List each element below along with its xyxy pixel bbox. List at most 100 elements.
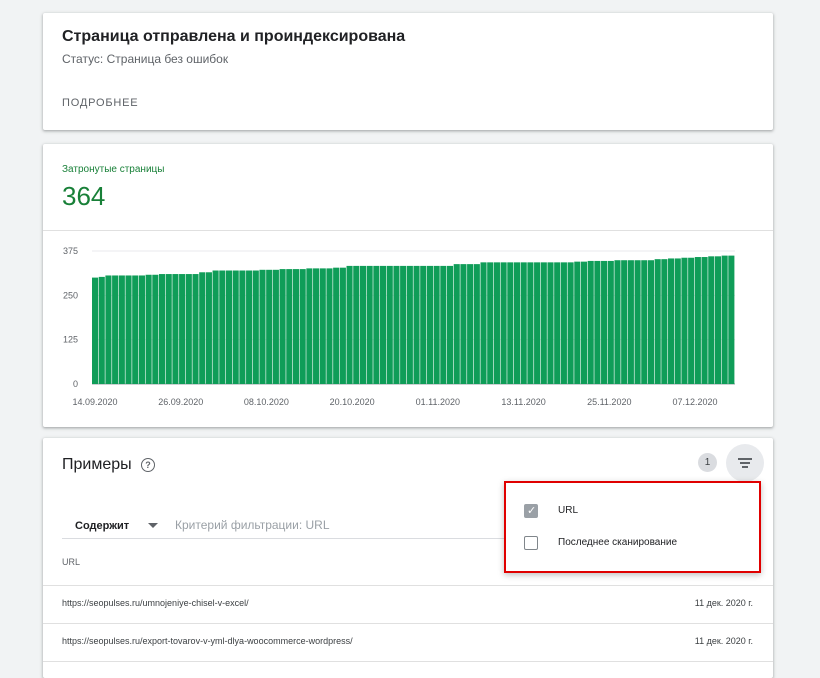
chart-bar[interactable]: [299, 269, 306, 384]
chart-bar[interactable]: [634, 260, 641, 384]
chart-bar[interactable]: [319, 268, 326, 384]
chart-bar[interactable]: [400, 265, 407, 384]
chart-bar[interactable]: [426, 265, 433, 384]
chart-bar[interactable]: [286, 269, 293, 384]
chart-bar[interactable]: [534, 262, 541, 384]
chart-bar[interactable]: [252, 270, 259, 384]
chart-bar[interactable]: [547, 262, 554, 384]
filter-input[interactable]: [173, 517, 507, 533]
chart-bar[interactable]: [507, 262, 514, 384]
chart-bar[interactable]: [446, 265, 454, 384]
chart-bar[interactable]: [493, 262, 500, 384]
chart-bar[interactable]: [145, 274, 152, 384]
chart-bar[interactable]: [353, 265, 360, 384]
chart-bar[interactable]: [380, 265, 387, 384]
chart-bar[interactable]: [158, 274, 166, 384]
chart-bar[interactable]: [326, 268, 333, 384]
chart-bar[interactable]: [292, 269, 300, 384]
chart-bar[interactable]: [420, 265, 427, 384]
chart-bar[interactable]: [467, 264, 474, 384]
chart-bar[interactable]: [373, 265, 380, 384]
chevron-down-icon[interactable]: [148, 523, 158, 528]
chart-bar[interactable]: [259, 269, 266, 384]
chart-bar[interactable]: [219, 270, 226, 384]
chart-bar[interactable]: [333, 267, 340, 384]
chart-bar[interactable]: [118, 275, 125, 384]
chart-bar[interactable]: [627, 260, 634, 384]
details-link[interactable]: ПОДРОБНЕЕ: [62, 97, 138, 109]
chart-bar[interactable]: [359, 265, 367, 384]
checkbox-last-crawl[interactable]: [524, 536, 538, 550]
chart-bar[interactable]: [714, 256, 722, 384]
chart-bar[interactable]: [339, 267, 346, 384]
chart-bar[interactable]: [520, 262, 527, 384]
chart-bar[interactable]: [500, 262, 507, 384]
chart-bar[interactable]: [205, 272, 212, 384]
filter-condition-select[interactable]: Содержит: [75, 520, 129, 532]
chart-bar[interactable]: [272, 269, 279, 384]
chart-bar[interactable]: [165, 274, 172, 384]
chart-bar[interactable]: [433, 265, 440, 384]
chart-bar[interactable]: [567, 262, 574, 384]
chart-bar[interactable]: [601, 260, 608, 384]
chart-bar[interactable]: [694, 257, 701, 384]
chart-bar[interactable]: [386, 265, 393, 384]
chart-bar[interactable]: [527, 262, 534, 384]
chart-bar[interactable]: [674, 258, 681, 384]
chart-bar[interactable]: [413, 265, 420, 384]
chart-bar[interactable]: [668, 258, 675, 384]
chart-bar[interactable]: [460, 264, 467, 384]
chart-bar[interactable]: [587, 260, 594, 384]
chart-bar[interactable]: [580, 261, 588, 384]
chart-bar[interactable]: [621, 260, 628, 384]
chart-bar[interactable]: [647, 260, 655, 384]
chart-bar[interactable]: [138, 275, 145, 384]
chart-bar[interactable]: [661, 259, 668, 384]
chart-bar[interactable]: [125, 275, 132, 384]
chart-bar[interactable]: [346, 265, 353, 384]
chart-bar[interactable]: [607, 260, 614, 384]
chart-bar[interactable]: [453, 264, 460, 384]
chart-bar[interactable]: [721, 255, 728, 384]
chart-bar[interactable]: [513, 262, 521, 384]
chart-bar[interactable]: [192, 274, 199, 384]
chart-bar[interactable]: [654, 259, 661, 384]
checkbox-url[interactable]: ✓: [524, 504, 538, 518]
chart-bar[interactable]: [473, 264, 480, 384]
chart-bar[interactable]: [152, 274, 159, 384]
chart-bar[interactable]: [239, 270, 246, 384]
chart-bar[interactable]: [366, 265, 373, 384]
chart-bar[interactable]: [132, 275, 139, 384]
chart-bar[interactable]: [225, 270, 233, 384]
chart-bar[interactable]: [728, 255, 735, 384]
chart-bar[interactable]: [480, 262, 487, 384]
chart-bar[interactable]: [406, 265, 413, 384]
chart-bar[interactable]: [594, 260, 601, 384]
chart-bar[interactable]: [440, 265, 447, 384]
chart-bar[interactable]: [641, 260, 648, 384]
chart-bar[interactable]: [688, 257, 695, 384]
chart-bar[interactable]: [487, 262, 494, 384]
chart-bar[interactable]: [560, 262, 567, 384]
chart-bar[interactable]: [554, 262, 561, 384]
chart-bar[interactable]: [172, 274, 179, 384]
chart-bar[interactable]: [574, 261, 581, 384]
chart-bar[interactable]: [112, 275, 119, 384]
chart-bar[interactable]: [232, 270, 239, 384]
table-row[interactable]: https://seopulses.ru/export-tovarov-v-ym…: [43, 624, 773, 662]
chart-bar[interactable]: [212, 270, 219, 384]
chart-bar[interactable]: [614, 260, 621, 384]
chart-bar[interactable]: [279, 269, 286, 384]
filter-button[interactable]: [726, 444, 764, 482]
chart-bar[interactable]: [393, 265, 400, 384]
chart-bar[interactable]: [246, 270, 253, 384]
table-row[interactable]: https://seopulses.ru/umnojeniye-chisel-v…: [43, 586, 773, 624]
chart-bar[interactable]: [306, 268, 313, 384]
help-icon[interactable]: ?: [141, 458, 155, 472]
chart-bar[interactable]: [313, 268, 320, 384]
chart-bar[interactable]: [92, 277, 99, 384]
chart-bar[interactable]: [185, 274, 192, 384]
chart-bar[interactable]: [98, 276, 105, 384]
chart-bar[interactable]: [105, 275, 112, 384]
chart-bar[interactable]: [708, 256, 715, 384]
